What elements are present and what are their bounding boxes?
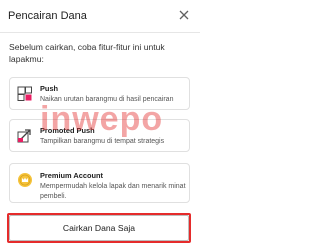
feature-name: Promoted Push — [40, 126, 95, 135]
promoted-push-icon — [17, 129, 31, 143]
feature-card-promoted-push[interactable]: Promoted Push Tampilkan barangmu di temp… — [9, 119, 190, 152]
push-icon — [17, 86, 32, 101]
feature-description: Naikan urutan barangmu di hasil pencaira… — [40, 96, 174, 103]
withdraw-dialog: Pencairan Dana Sebelum cairkan, coba fit… — [0, 0, 200, 252]
feature-card-push[interactable]: Push Naikan urutan barangmu di hasil pen… — [9, 77, 190, 110]
feature-name: Premium Account — [40, 171, 103, 180]
premium-account-icon — [18, 173, 32, 187]
dialog-intro-text: Sebelum cairkan, coba fitur-fitur ini un… — [9, 42, 165, 64]
dialog-title: Pencairan Dana — [8, 10, 87, 22]
dialog-header: Pencairan Dana — [0, 0, 200, 33]
withdraw-funds-button[interactable]: Cairkan Dana Saja — [9, 215, 189, 241]
feature-description: Tampilkan barangmu di tempat strategis — [40, 138, 165, 145]
feature-description: Mempermudah kelola lapak dan menarik min… — [40, 183, 186, 200]
feature-name: Push — [40, 84, 59, 93]
feature-card-premium-account[interactable]: Premium Account Mempermudah kelola lapak… — [9, 163, 190, 203]
close-icon[interactable] — [178, 9, 190, 21]
